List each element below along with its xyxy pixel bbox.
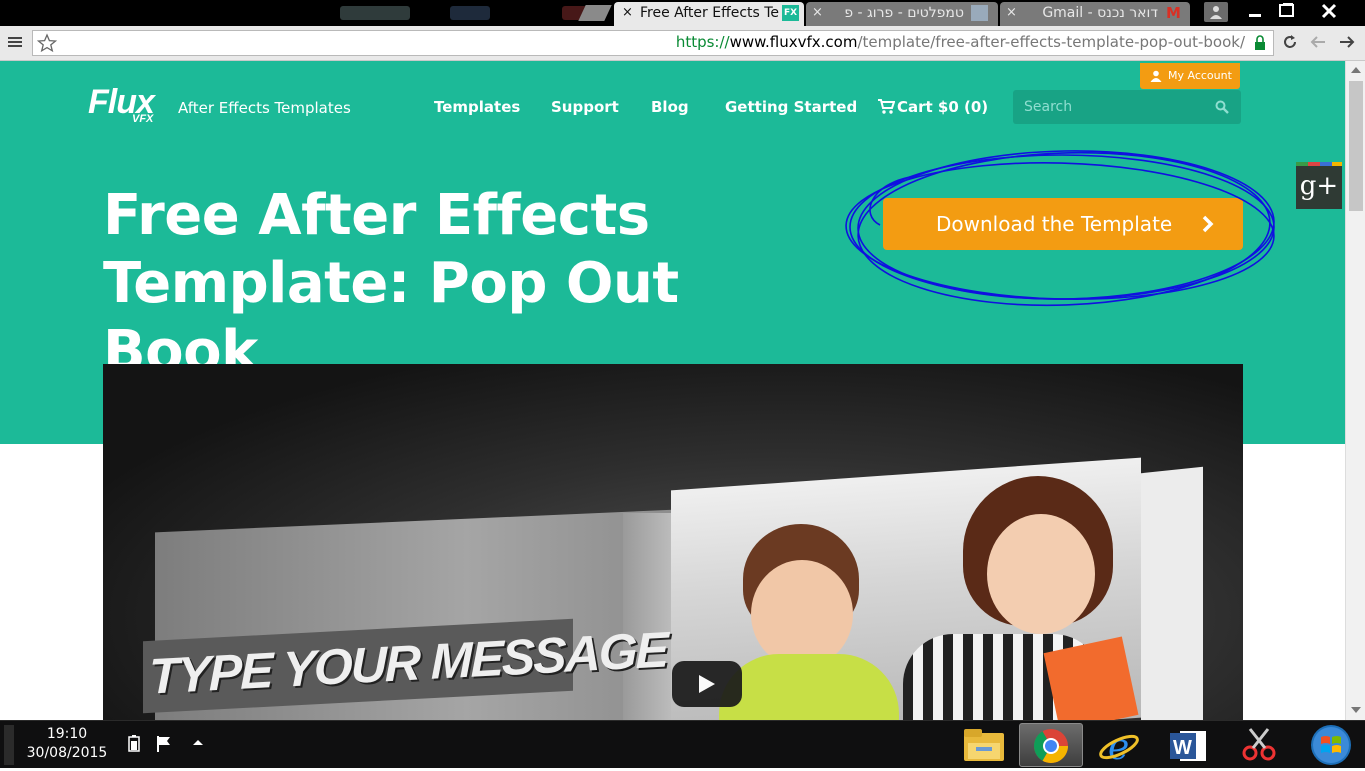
file-explorer-icon[interactable] [954,723,1016,767]
taskbar-edge [4,725,14,765]
address-bar[interactable]: https://www.fluxvfx.com/template/free-af… [32,30,1274,56]
start-button[interactable] [1300,723,1362,767]
page-scrollbar[interactable] [1345,61,1365,720]
google-plus-button[interactable]: g+ [1296,162,1342,209]
search-icon[interactable] [1215,100,1229,114]
system-clock[interactable]: 19:10 30/08/2015 [22,725,112,763]
profile-icon[interactable] [1204,2,1228,22]
show-hidden-icons-icon[interactable] [192,735,204,757]
windows-taskbar: 19:10 30/08/2015 e W [0,720,1365,768]
svg-text:W: W [1173,737,1192,759]
maximize-button[interactable] [1272,0,1302,24]
action-center-flag-icon[interactable] [155,735,173,757]
nav-getting-started[interactable]: Getting Started [725,98,857,116]
video-player[interactable]: TYPE YOUR MESSAGE [103,364,1243,720]
minimize-button[interactable] [1238,0,1272,24]
snipping-tool-icon[interactable] [1228,723,1290,767]
user-icon [1150,70,1162,82]
nav-templates[interactable]: Templates [434,98,520,116]
tab-title: Free After Effects Te [640,5,780,21]
tab-title: טמפלטים - פרוג - פ [844,5,964,21]
scroll-thumb[interactable] [1349,81,1363,211]
boy-face [751,560,853,668]
tab-fluxvfx[interactable]: × Free After Effects Te FX [614,2,804,26]
scroll-up-icon[interactable] [1351,67,1361,73]
girl-face [987,514,1095,634]
bookmark-star-icon[interactable] [36,33,58,57]
fluxvfx-favicon-icon: FX [782,5,799,21]
web-page: Flux VFX After Effects Templates Templat… [0,61,1345,720]
scroll-down-icon[interactable] [1351,707,1361,713]
google-plus-label: g+ [1299,171,1339,201]
nav-cart[interactable]: Cart $0 (0) [897,98,988,116]
svg-text:e: e [1108,727,1129,767]
gmail-favicon-icon: M [1166,4,1181,22]
search-input[interactable] [1013,90,1214,124]
cart-icon[interactable] [877,97,895,115]
internet-explorer-icon[interactable]: e [1088,723,1150,768]
tab-gmail[interactable]: × דואר נכנס - Gmail M [1000,2,1190,26]
url-text[interactable]: https://www.fluxvfx.com/template/free-af… [676,33,1245,51]
back-icon[interactable] [1309,31,1327,59]
close-window-button[interactable] [1306,0,1352,24]
tab-title: דואר נכנס - Gmail [1042,5,1158,21]
word-icon[interactable]: W [1158,723,1220,767]
background-tabs [300,6,600,22]
page-title: Free After Effects Template: Pop Out Boo… [103,183,679,384]
close-tab-icon[interactable]: × [812,2,823,24]
photo-favicon-icon [971,5,988,21]
nav-support[interactable]: Support [551,98,619,116]
my-account-button[interactable]: My Account [1140,63,1240,89]
site-tagline: After Effects Templates [178,99,351,117]
chevron-right-icon [1202,215,1214,233]
close-tab-icon[interactable]: × [1006,2,1017,24]
play-button[interactable] [672,661,742,707]
chrome-icon[interactable] [1019,723,1083,767]
url-host: www.fluxvfx.com [729,33,858,51]
download-template-button[interactable]: Download the Template [883,198,1243,250]
browser-toolbar: https://www.fluxvfx.com/template/free-af… [0,26,1365,61]
new-tab-button[interactable] [578,5,612,21]
tab-prog[interactable]: × טמפלטים - פרוג - פ [806,2,998,26]
forward-icon[interactable] [1338,31,1356,59]
url-scheme: https:// [675,33,730,51]
picture-book [1043,636,1139,720]
clock-date: 30/08/2015 [26,745,108,761]
search-box[interactable] [1013,90,1241,124]
download-button-label: Download the Template [936,212,1173,236]
play-icon [699,675,715,693]
lock-icon[interactable] [1253,35,1267,55]
battery-icon[interactable] [125,735,143,757]
url-path: /template/free-after-effects-template-po… [857,33,1245,51]
reload-icon[interactable] [1281,31,1299,59]
my-account-label: My Account [1168,69,1232,82]
menu-icon[interactable] [8,31,22,59]
close-tab-icon[interactable]: × [622,2,633,24]
nav-blog[interactable]: Blog [651,98,689,116]
browser-tab-bar: × Free After Effects Te FX × טמפלטים - פ… [0,0,1365,26]
clock-time: 19:10 [46,726,88,742]
boy-shirt [719,654,899,720]
site-logo-sub: VFX [132,113,154,125]
